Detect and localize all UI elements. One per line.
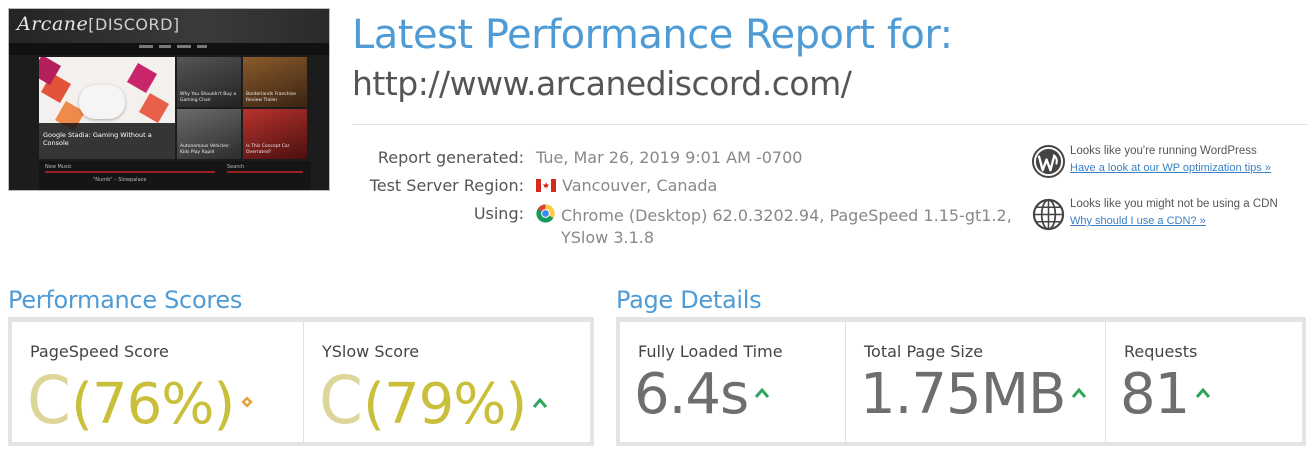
- requests-value: 81: [1120, 362, 1190, 427]
- report-title: Latest Performance Report for:: [352, 12, 953, 58]
- using-label: Using:: [473, 204, 524, 223]
- page-details-title: Page Details: [616, 286, 762, 314]
- yslow-grade: C: [319, 362, 363, 439]
- requests-cell[interactable]: Requests 81: [1106, 322, 1302, 442]
- performance-scores-panel: PageSpeed Score C(76%) YSlow Score C(79%…: [8, 318, 594, 446]
- globe-icon: [1032, 198, 1065, 231]
- yslow-score-label: YSlow Score: [322, 342, 420, 361]
- pagespeed-score-value: C(76%): [26, 362, 254, 439]
- thumbnail-bottom-section: New Music Search "Numb" – Slowpalace: [39, 161, 311, 190]
- performance-scores-title: Performance Scores: [8, 286, 243, 314]
- why-use-cdn-link[interactable]: Why should I use a CDN? »: [1070, 215, 1206, 227]
- pagespeed-score-label: PageSpeed Score: [30, 342, 169, 361]
- cdn-notice-text: Looks like you might not be using a CDN: [1070, 198, 1278, 210]
- using-value: Chrome (Desktop) 62.0.3202.94, PageSpeed…: [536, 204, 1012, 225]
- pagespeed-score-cell[interactable]: PageSpeed Score C(76%): [12, 322, 304, 442]
- thumbnail-hero-image: Google Stadia: Gaming Without a Console: [39, 57, 175, 159]
- thumbnail-tile: Why You Shouldn't Buy a Gaming Chair: [177, 57, 241, 107]
- total-page-size-value: 1.75MB: [860, 362, 1066, 427]
- report-url[interactable]: http://www.arcanediscord.com/: [352, 64, 852, 103]
- yslow-percent: (79%): [363, 372, 527, 437]
- pagespeed-percent: (76%): [71, 372, 235, 437]
- wp-optimization-tips-link[interactable]: Have a look at our WP optimization tips …: [1070, 162, 1271, 174]
- up-arrow-icon: [1196, 387, 1211, 398]
- yslow-score-cell[interactable]: YSlow Score C(79%): [304, 322, 590, 442]
- canada-flag-icon: [536, 179, 556, 192]
- total-page-size-cell[interactable]: Total Page Size 1.75MB: [846, 322, 1106, 442]
- pagespeed-grade: C: [27, 362, 71, 439]
- report-generated-value: Tue, Mar 26, 2019 9:01 AM -0700: [536, 148, 803, 167]
- wordpress-notice-text: Looks like you're running WordPress: [1070, 145, 1257, 157]
- site-screenshot-thumbnail[interactable]: Arcane[DISCORD] Google Stadia: Gaming Wi…: [8, 8, 330, 191]
- wordpress-icon: [1032, 145, 1065, 178]
- divider: [352, 124, 1307, 125]
- fully-loaded-time-value: 6.4s: [634, 362, 749, 427]
- total-page-size-value-wrap: 1.75MB: [860, 362, 1087, 427]
- total-page-size-label: Total Page Size: [864, 342, 984, 361]
- thumbnail-nav-bar: [9, 43, 329, 55]
- page-details-panel: Fully Loaded Time 6.4s Total Page Size 1…: [616, 318, 1306, 446]
- requests-label: Requests: [1124, 342, 1198, 361]
- thumbnail-tile: Borderlands Franchise Review Trailer: [243, 57, 307, 107]
- using-value-line2: YSlow 3.1.8: [561, 228, 655, 247]
- test-region-label: Test Server Region:: [369, 176, 524, 195]
- up-arrow-icon: [1072, 387, 1087, 398]
- thumbnail-tile: Is This Concept Car Overrated?: [243, 109, 307, 159]
- fully-loaded-time-value-wrap: 6.4s: [634, 362, 770, 427]
- fully-loaded-time-label: Fully Loaded Time: [638, 342, 783, 361]
- report-generated-label: Report generated:: [377, 148, 524, 167]
- up-arrow-icon: [755, 387, 770, 398]
- thumbnail-tile: Autonomous Vehicles: Kids Play Rapid: [177, 109, 241, 159]
- fully-loaded-time-cell[interactable]: Fully Loaded Time 6.4s: [620, 322, 846, 442]
- yslow-score-value: C(79%): [318, 362, 548, 439]
- requests-value-wrap: 81: [1120, 362, 1211, 427]
- thumbnail-site-header: Arcane[DISCORD]: [9, 9, 329, 43]
- thumbnail-hero-caption: Google Stadia: Gaming Without a Console: [43, 131, 152, 147]
- up-arrow-icon: [533, 397, 548, 408]
- thumbnail-site-logo: Arcane[DISCORD]: [17, 13, 180, 35]
- test-region-value: Vancouver, Canada: [536, 176, 717, 195]
- chrome-icon: [536, 204, 555, 223]
- diamond-icon: [241, 396, 253, 408]
